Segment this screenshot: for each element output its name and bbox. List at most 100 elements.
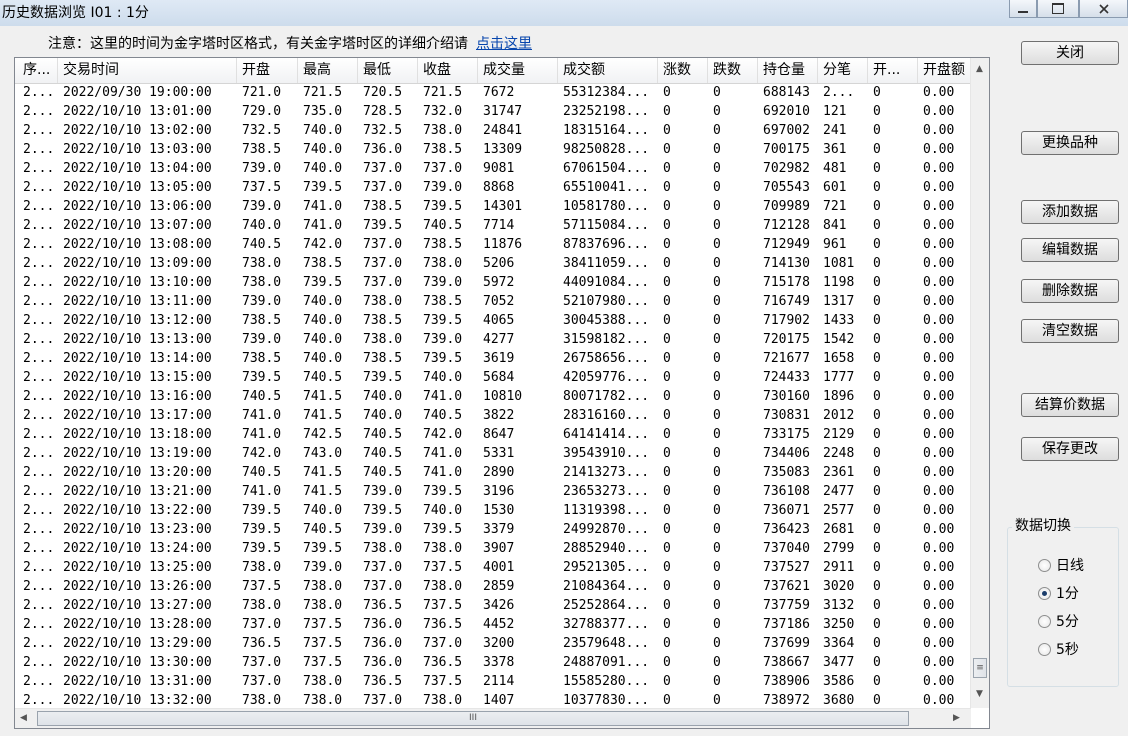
table-cell: 2...	[823, 85, 855, 100]
table-cell: 2022/10/10 13:21:00	[63, 484, 212, 499]
settlement-data-button[interactable]: 结算价数据	[1021, 393, 1119, 417]
column-header[interactable]: 成交量	[478, 58, 558, 83]
table-row[interactable]: 2... 2022/10/10 13:23:00 739.5 740.5 739.0 73…	[15, 520, 971, 539]
scroll-up-icon[interactable]: ▲	[976, 64, 983, 74]
table-row[interactable]: 2... 2022/10/10 13:11:00 739.0 740.0 738.0 73…	[15, 292, 971, 311]
table-cell: 2...	[23, 503, 55, 518]
table-cell: 736071	[763, 503, 810, 518]
table-cell: 2...	[23, 674, 55, 689]
save-changes-button[interactable]: 保存更改	[1021, 437, 1119, 461]
table-row[interactable]: 2... 2022/10/10 13:30:00 737.0 737.5 736.0 73…	[15, 653, 971, 672]
table-cell: 0	[663, 161, 671, 176]
clear-data-button[interactable]: 清空数据	[1021, 319, 1119, 343]
close-window-button[interactable]	[1079, 0, 1128, 18]
column-header[interactable]: 涨数	[658, 58, 708, 83]
table-cell: 0.00	[923, 579, 955, 594]
vertical-scrollbar[interactable]: ▲ ≡ ▼	[970, 58, 989, 708]
table-cell: 0	[873, 408, 881, 423]
table-row[interactable]: 2... 2022/10/10 13:06:00 739.0 741.0 738.5 73…	[15, 197, 971, 216]
table-cell: 0.00	[923, 332, 955, 347]
table-cell: 739.5	[242, 522, 282, 537]
table-row[interactable]: 2... 2022/10/10 13:05:00 737.5 739.5 737.0 73…	[15, 178, 971, 197]
add-data-button[interactable]: 添加数据	[1021, 200, 1119, 224]
table-row[interactable]: 2... 2022/10/10 13:24:00 739.5 739.5 738.0 73…	[15, 539, 971, 558]
table-row[interactable]: 2... 2022/10/10 13:17:00 741.0 741.5 740.0 74…	[15, 406, 971, 425]
table-row[interactable]: 2... 2022/10/10 13:26:00 737.5 738.0 737.0 73…	[15, 577, 971, 596]
table-row[interactable]: 2... 2022/10/10 13:02:00 732.5 740.0 732.5 73…	[15, 121, 971, 140]
horizontal-scroll-thumb[interactable]: III	[37, 711, 909, 726]
table-cell: 0	[713, 199, 721, 214]
table-row[interactable]: 2... 2022/10/10 13:13:00 739.0 740.0 738.0 73…	[15, 330, 971, 349]
table-row[interactable]: 2... 2022/10/10 13:12:00 738.5 740.0 738.5 73…	[15, 311, 971, 330]
table-cell: 736.0	[363, 142, 403, 157]
table-row[interactable]: 2... 2022/10/10 13:14:00 738.5 740.0 738.5 73…	[15, 349, 971, 368]
table-cell: 732.5	[363, 123, 403, 138]
radio-checked-icon[interactable]	[1038, 586, 1051, 600]
radio-unchecked-icon[interactable]	[1038, 558, 1051, 572]
table-row[interactable]: 2... 2022/10/10 13:09:00 738.0 738.5 737.0 73…	[15, 254, 971, 273]
edit-data-button[interactable]: 编辑数据	[1021, 238, 1119, 262]
table-row[interactable]: 2... 2022/10/10 13:19:00 742.0 743.0 740.5 74…	[15, 444, 971, 463]
scroll-right-icon[interactable]: ▶	[953, 713, 960, 723]
scroll-left-icon[interactable]: ◀	[20, 713, 27, 723]
column-header[interactable]: 序...	[18, 58, 58, 83]
column-header[interactable]: 成交额	[558, 58, 658, 83]
table-cell: 738.0	[242, 560, 282, 575]
radio-option[interactable]: 日线	[1038, 556, 1084, 574]
maximize-button[interactable]	[1037, 0, 1079, 18]
table-cell: 738.0	[363, 294, 403, 309]
vertical-scroll-thumb[interactable]: ≡	[973, 658, 987, 678]
close-button[interactable]: 关闭	[1021, 41, 1119, 65]
table-cell: 2022/10/10 13:05:00	[63, 180, 212, 195]
table-row[interactable]: 2... 2022/10/10 13:18:00 741.0 742.5 740.5 74…	[15, 425, 971, 444]
table-cell: 0	[663, 693, 671, 708]
table-row[interactable]: 2... 2022/10/10 13:22:00 739.5 740.0 739.5 74…	[15, 501, 971, 520]
table-row[interactable]: 2... 2022/10/10 13:25:00 738.0 739.0 737.0 73…	[15, 558, 971, 577]
notice-link[interactable]: 点击这里	[476, 36, 532, 52]
table-cell: 2022/10/10 13:11:00	[63, 294, 212, 309]
radio-option[interactable]: 1分	[1038, 584, 1079, 602]
scroll-down-icon[interactable]: ▼	[976, 689, 983, 699]
delete-data-button[interactable]: 删除数据	[1021, 279, 1119, 303]
table-row[interactable]: 2... 2022/10/10 13:20:00 740.5 741.5 740.5 74…	[15, 463, 971, 482]
column-header[interactable]: 持仓量	[758, 58, 818, 83]
table-row[interactable]: 2... 2022/10/10 13:01:00 729.0 735.0 728.5 73…	[15, 102, 971, 121]
table-row[interactable]: 2... 2022/10/10 13:16:00 740.5 741.5 740.0 74…	[15, 387, 971, 406]
column-header[interactable]: 最高	[298, 58, 358, 83]
table-row[interactable]: 2... 2022/10/10 13:10:00 738.0 739.5 737.0 73…	[15, 273, 971, 292]
radio-option[interactable]: 5分	[1038, 612, 1079, 630]
table-row[interactable]: 2... 2022/10/10 13:21:00 741.0 741.5 739.0 73…	[15, 482, 971, 501]
table-cell: 0	[713, 465, 721, 480]
column-header[interactable]: 跌数	[708, 58, 758, 83]
radio-option[interactable]: 5秒	[1038, 640, 1079, 658]
table-row[interactable]: 2... 2022/10/10 13:32:00 738.0 738.0 737.0 73…	[15, 691, 971, 708]
table-row[interactable]: 2... 2022/10/10 13:28:00 737.0 737.5 736.0 73…	[15, 615, 971, 634]
table-row[interactable]: 2... 2022/10/10 13:31:00 737.0 738.0 736.5 73…	[15, 672, 971, 691]
table-row[interactable]: 2... 2022/10/10 13:15:00 739.5 740.5 739.5 74…	[15, 368, 971, 387]
column-header[interactable]: 开盘额	[918, 58, 971, 83]
column-header[interactable]: 最低	[358, 58, 418, 83]
table-body[interactable]: 2... 2022/09/30 19:00:00 721.0 721.5 720.5 72…	[15, 83, 971, 708]
radio-unchecked-icon[interactable]	[1038, 614, 1051, 628]
table-row[interactable]: 2... 2022/09/30 19:00:00 721.0 721.5 720.5 72…	[15, 83, 971, 102]
table-cell: 3586	[823, 674, 855, 689]
column-header[interactable]: 收盘	[418, 58, 478, 83]
table-row[interactable]: 2... 2022/10/10 13:27:00 738.0 738.0 736.5 73…	[15, 596, 971, 615]
table-row[interactable]: 2... 2022/10/10 13:08:00 740.5 742.0 737.0 73…	[15, 235, 971, 254]
radio-unchecked-icon[interactable]	[1038, 642, 1051, 656]
table-row[interactable]: 2... 2022/10/10 13:07:00 740.0 741.0 739.5 74…	[15, 216, 971, 235]
column-header[interactable]: 开...	[868, 58, 918, 83]
history-data-table[interactable]: 序... 交易时间 开盘 最高 最低 收盘 成交量 成交额 涨数 跌数 持仓量 分笔 开... 开盘额 2…	[14, 57, 990, 729]
horizontal-scrollbar[interactable]: ◀ III ▶	[15, 708, 971, 728]
table-row[interactable]: 2... 2022/10/10 13:29:00 736.5 737.5 736.0 73…	[15, 634, 971, 653]
table-cell: 739.5	[363, 218, 403, 233]
column-header[interactable]: 分笔	[818, 58, 868, 83]
table-cell: 738.5	[423, 142, 463, 157]
change-symbol-button[interactable]: 更换品种	[1021, 131, 1119, 155]
table-row[interactable]: 2... 2022/10/10 13:04:00 739.0 740.0 737.0 73…	[15, 159, 971, 178]
column-header[interactable]: 开盘	[237, 58, 298, 83]
minimize-button[interactable]	[1009, 0, 1037, 18]
column-header[interactable]: 交易时间	[58, 58, 237, 83]
table-row[interactable]: 2... 2022/10/10 13:03:00 738.5 740.0 736.0 73…	[15, 140, 971, 159]
table-cell: 738.0	[423, 693, 463, 708]
